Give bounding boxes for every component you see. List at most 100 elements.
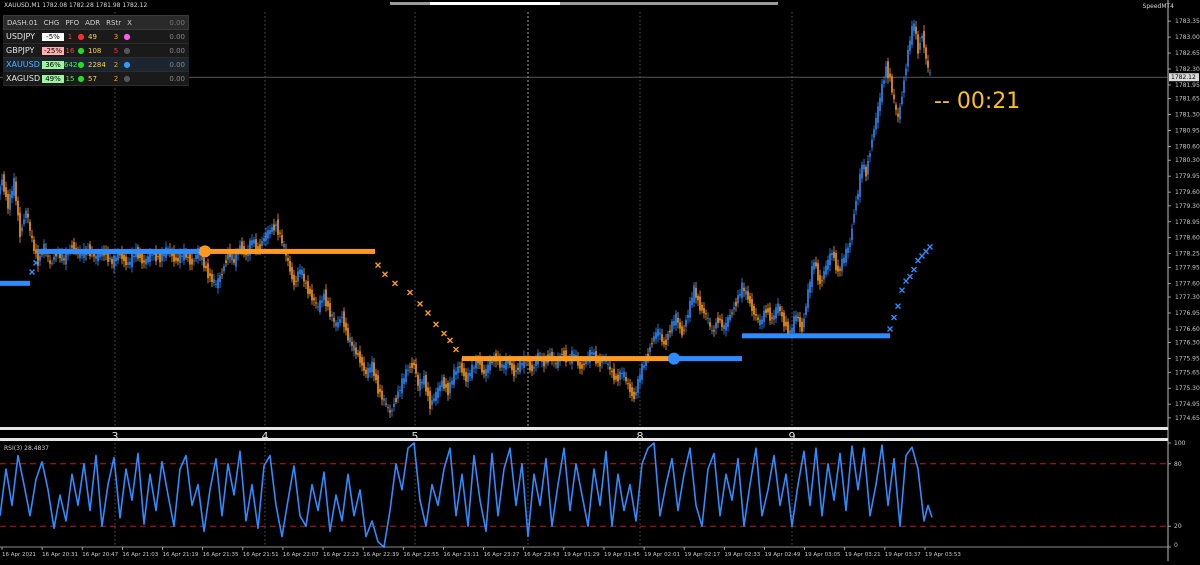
- candle-body: [207, 263, 209, 279]
- candle-body: [413, 362, 415, 366]
- candle-body: [379, 388, 381, 393]
- price-tick-label: 1775.65: [1175, 369, 1200, 376]
- candle-body: [713, 330, 715, 332]
- row-chg: 49%: [42, 74, 64, 83]
- candle-body: [909, 40, 911, 51]
- candle-body: [17, 200, 19, 216]
- col-adr[interactable]: ADR: [82, 19, 103, 27]
- candle-body: [355, 347, 357, 355]
- candle-body: [363, 362, 365, 371]
- candle-body: [511, 362, 513, 371]
- candle-body: [215, 283, 217, 285]
- close-button[interactable]: X: [124, 19, 135, 27]
- candle-body: [145, 258, 147, 265]
- dashboard-row-xagusd[interactable]: XAGUSD 49% 15 ● 57 2 ● 0.00: [3, 72, 189, 86]
- candle-body: [211, 274, 213, 282]
- dashboard-row-xauusd[interactable]: XAUUSD 36% 642 ● 2284 2 ● 0.00: [3, 58, 189, 72]
- candle-body: [701, 304, 703, 311]
- dashboard-row-usdjpy[interactable]: USDJPY -5% 1 ● 49 3 ● 0.00: [3, 30, 189, 44]
- candle-body: [853, 214, 855, 223]
- candle-body: [455, 371, 457, 375]
- dashboard-row-gbpjpy[interactable]: GBPJPY -25% 16 ● 108 5 ● 0.00: [3, 44, 189, 58]
- panel-separator: [0, 438, 1168, 441]
- candle-body: [509, 360, 511, 366]
- candle-body: [147, 256, 149, 263]
- candle-body: [481, 360, 483, 373]
- candle-body: [423, 375, 425, 385]
- price-tick-label: 1777.60: [1175, 280, 1200, 287]
- candle-body: [261, 240, 263, 246]
- rstr-dot-icon: ●: [123, 46, 131, 55]
- time-tick-label: 16 Apr 21:51: [243, 552, 279, 558]
- time-tick-label: 16 Apr 23:11: [443, 552, 479, 558]
- candle-body: [763, 310, 765, 322]
- candle-body: [367, 367, 369, 379]
- ohlc-readout: 1782.08 1782.28 1781.98 1782.12: [42, 2, 148, 9]
- col-rstr[interactable]: RStr: [103, 19, 124, 27]
- candle-body: [309, 288, 311, 295]
- time-tick-label: 16 Apr 22:39: [363, 552, 399, 558]
- dashboard-panel[interactable]: DASH.01 CHG PFO ADR RStr X 0.00 USDJPY -5…: [3, 15, 189, 86]
- time-tick-label: 19 Apr 03:53: [925, 552, 961, 558]
- candle-body: [369, 367, 371, 373]
- rsi-tick-label: 20: [1174, 523, 1182, 530]
- chart-header: XAUUSD,M1 1782.08 1782.28 1781.98 1782.1…: [4, 2, 147, 9]
- candle-body: [845, 248, 847, 263]
- candle-body: [271, 227, 273, 233]
- candle-body: [291, 267, 293, 280]
- col-chg[interactable]: CHG: [41, 19, 63, 27]
- candle-body: [849, 242, 851, 248]
- session-label: 4: [262, 430, 269, 443]
- dashboard-title[interactable]: DASH.01: [4, 19, 41, 27]
- candle-body: [469, 372, 471, 377]
- candle-body: [5, 187, 7, 197]
- candle-body: [773, 315, 775, 320]
- candle-body: [201, 256, 203, 260]
- candle-body: [787, 321, 789, 334]
- candle-body: [233, 259, 235, 263]
- candle-body: [359, 351, 361, 363]
- candle-body: [765, 309, 767, 313]
- candle-body: [295, 280, 297, 282]
- candle-body: [517, 367, 519, 370]
- candle-body: [533, 366, 535, 369]
- current-price-label: 1782.12: [1171, 74, 1196, 81]
- candle-body: [883, 80, 885, 84]
- candle-body: [447, 382, 449, 396]
- candle-body: [757, 317, 759, 320]
- candle-body: [289, 260, 291, 272]
- status-dot-icon: ●: [77, 32, 85, 41]
- row-adr: 2284: [88, 60, 106, 69]
- candle-body: [133, 255, 135, 258]
- candle-body: [29, 221, 31, 231]
- price-tick-label: 1783.00: [1175, 34, 1200, 41]
- candle-body: [323, 293, 325, 301]
- price-tick-label: 1781.95: [1175, 82, 1200, 89]
- col-pfo[interactable]: PFO: [62, 19, 82, 27]
- candle-body: [767, 308, 769, 313]
- candle-body: [555, 363, 557, 365]
- candle-body: [383, 398, 385, 401]
- rsi-tick-label: 80: [1174, 461, 1182, 468]
- time-tick-label: 16 Apr 2021: [2, 552, 36, 558]
- candle-body: [609, 366, 611, 370]
- candle-body: [615, 375, 617, 380]
- row-pfo: 1: [67, 32, 73, 41]
- candle-body: [887, 61, 889, 78]
- candle-body: [113, 255, 115, 268]
- candle-body: [217, 278, 219, 289]
- time-tick-label: 16 Apr 21:35: [203, 552, 239, 558]
- time-tick-label: 16 Apr 22:55: [403, 552, 439, 558]
- candle-body: [649, 347, 651, 352]
- candle-body: [189, 254, 191, 265]
- candle-body: [827, 259, 829, 270]
- candle-body: [385, 403, 387, 405]
- candle-body: [399, 390, 401, 392]
- candle-body: [95, 255, 97, 259]
- candle-body: [745, 290, 747, 295]
- candle-body: [7, 193, 9, 209]
- candle-body: [855, 201, 857, 211]
- candle-body: [453, 369, 455, 385]
- candle-body: [489, 359, 491, 371]
- candle-body: [471, 364, 473, 379]
